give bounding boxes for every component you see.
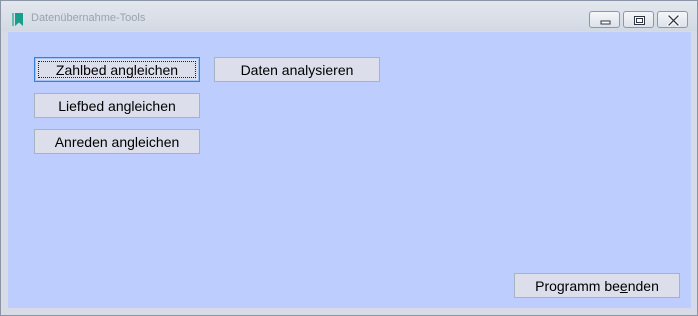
daten-analysieren-label: Daten analysieren xyxy=(240,61,354,78)
programm-beenden-button[interactable]: Programm beenden xyxy=(514,273,680,298)
anreden-angleichen-button[interactable]: Anreden angleichen xyxy=(34,129,200,154)
liefbed-angleichen-label: Liefbed angleichen xyxy=(58,97,176,114)
label-part-pre: Programm be xyxy=(535,277,620,294)
app-window: Datenübernahme-Tools Zahlbed angleichen … xyxy=(0,0,698,316)
daten-analysieren-button[interactable]: Daten analysieren xyxy=(214,57,380,82)
maximize-button[interactable] xyxy=(623,11,654,28)
programm-beenden-label: Programm beenden xyxy=(535,278,659,294)
liefbed-angleichen-button[interactable]: Liefbed angleichen xyxy=(34,93,200,118)
anreden-angleichen-label: Anreden angleichen xyxy=(54,133,180,150)
close-button[interactable] xyxy=(657,11,688,28)
bookmark-icon xyxy=(12,13,24,27)
accelerator-key: e xyxy=(619,277,628,294)
zahlbed-angleichen-label: Zahlbed angleichen xyxy=(55,61,179,78)
minimize-button[interactable] xyxy=(589,11,620,28)
client-area: Zahlbed angleichen Daten analysieren Lie… xyxy=(8,32,691,308)
window-title: Datenübernahme-Tools xyxy=(31,12,146,24)
title-bar[interactable]: Datenübernahme-Tools xyxy=(1,1,697,31)
zahlbed-angleichen-button[interactable]: Zahlbed angleichen xyxy=(34,57,200,82)
label-part-post: nden xyxy=(627,277,659,294)
